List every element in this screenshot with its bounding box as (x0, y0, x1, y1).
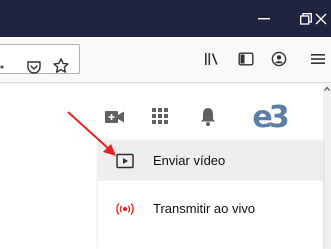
library-icon[interactable] (200, 48, 222, 70)
apps-grid-icon[interactable] (150, 106, 170, 126)
sidebar-icon[interactable] (235, 48, 257, 70)
close-button[interactable] (311, 0, 331, 37)
menu-item-label: Enviar vídeo (153, 153, 226, 168)
close-icon (315, 13, 327, 24)
bookmark-star-icon[interactable] (50, 55, 72, 77)
vertical-scrollbar[interactable] (323, 84, 331, 249)
account-icon[interactable] (268, 48, 290, 70)
navigation-toolbar (0, 37, 331, 83)
scroll-up-arrow-icon[interactable] (324, 86, 330, 92)
menu-item-upload-video[interactable]: Enviar vídeo (98, 141, 323, 181)
pocket-icon[interactable] (23, 56, 45, 78)
go-live-icon (116, 201, 134, 217)
url-bar[interactable] (0, 44, 80, 74)
annotation-arrow-icon (67, 111, 116, 156)
upload-menu: Enviar vídeo Transmitir ao vivo (98, 141, 323, 249)
hamburger-menu-icon[interactable] (307, 48, 329, 70)
notifications-bell-icon[interactable] (198, 106, 218, 128)
minimize-icon (258, 17, 270, 19)
menu-item-go-live[interactable]: Transmitir ao vivo (98, 189, 323, 229)
window-titlebar (0, 0, 331, 37)
menu-item-label: Transmitir ao vivo (153, 201, 256, 216)
minimize-button[interactable] (244, 0, 284, 37)
account-avatar[interactable]: e3 (248, 100, 290, 136)
page-actions-dot-icon[interactable] (0, 56, 6, 78)
